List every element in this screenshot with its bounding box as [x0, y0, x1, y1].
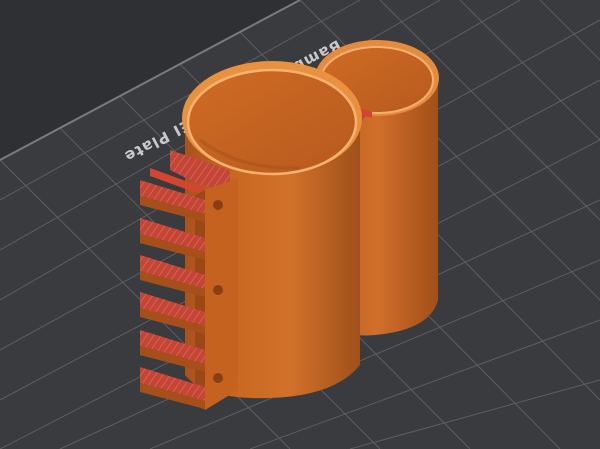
scene-canvas[interactable]: Bambu Textured PEI Plate [0, 0, 600, 449]
3d-viewport[interactable]: Bambu Textured PEI Plate [0, 0, 600, 449]
